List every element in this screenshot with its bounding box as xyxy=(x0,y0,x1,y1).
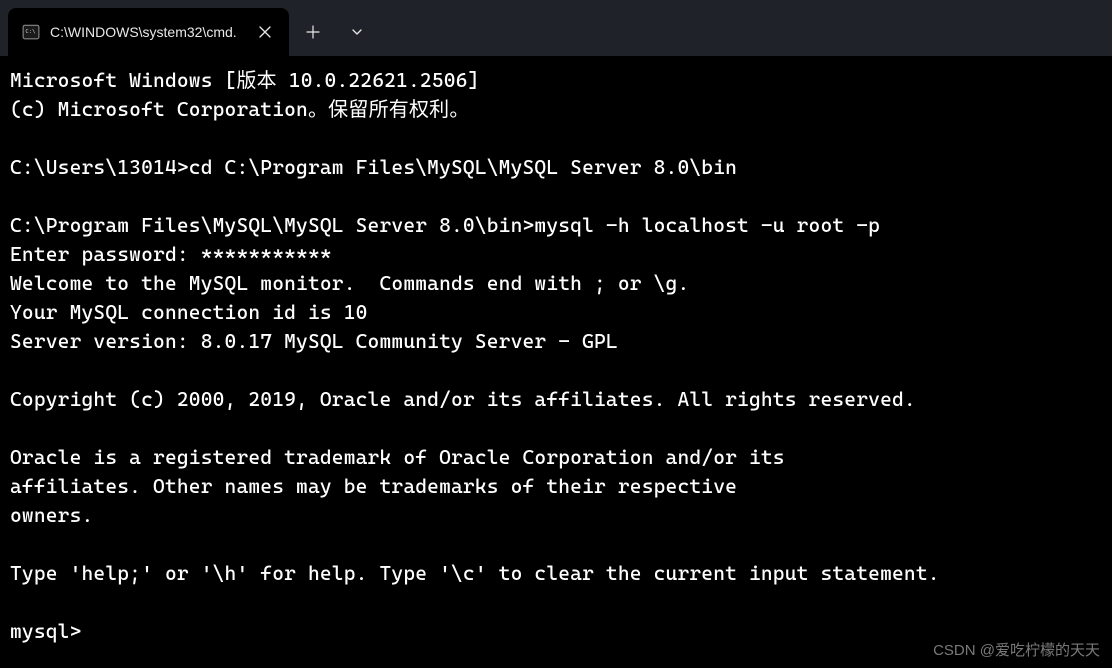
terminal-output[interactable]: Microsoft Windows [版本 10.0.22621.2506] (… xyxy=(0,56,1112,656)
tab-close-button[interactable] xyxy=(253,20,277,44)
new-tab-button[interactable] xyxy=(293,12,333,52)
watermark: CSDN @爱吃柠檬的天天 xyxy=(933,639,1100,660)
tab-controls xyxy=(293,8,377,56)
svg-text:C:\: C:\ xyxy=(25,29,35,35)
window-titlebar[interactable]: C:\ C:\WINDOWS\system32\cmd. xyxy=(0,0,1112,56)
terminal-icon: C:\ xyxy=(22,23,40,41)
terminal-tab[interactable]: C:\ C:\WINDOWS\system32\cmd. xyxy=(8,8,289,56)
dropdown-button[interactable] xyxy=(337,12,377,52)
tab-title: C:\WINDOWS\system32\cmd. xyxy=(50,24,237,40)
